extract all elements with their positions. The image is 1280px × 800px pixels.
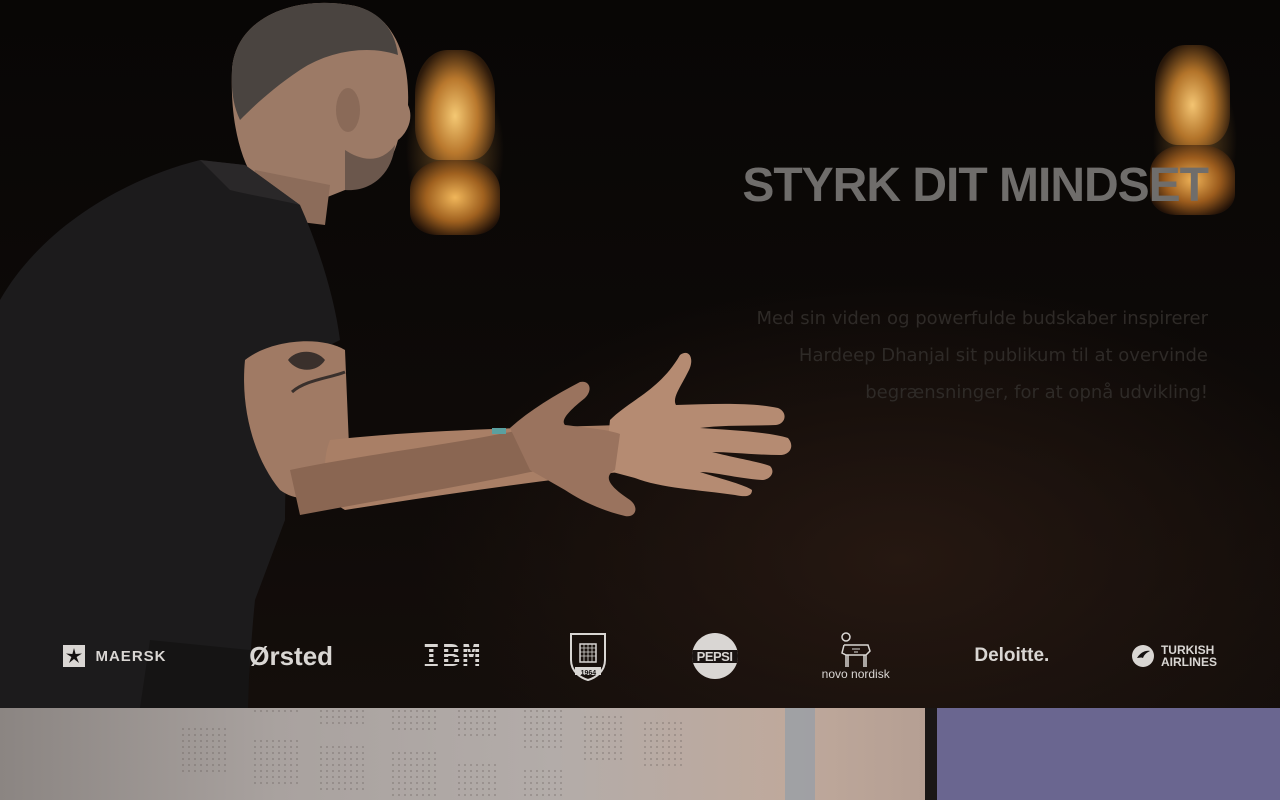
orsted-wordmark: Ørsted	[249, 640, 334, 671]
pepsi-wordmark: PEPSI	[696, 648, 733, 664]
novo-nordisk-wordmark: novo nordisk	[821, 667, 890, 681]
novo-nordisk-logo: novo nordisk	[816, 625, 896, 687]
lamp-light	[1155, 45, 1230, 145]
projection-screen	[937, 708, 1280, 800]
deloitte-logo: Deloitte.	[967, 625, 1057, 687]
turkish-airlines-line-2: AIRLINES	[1160, 655, 1217, 669]
hero-description-line: Hardeep Dhanjal sit publikum til at over…	[798, 345, 1208, 366]
maersk-logo: MAERSK	[60, 625, 170, 687]
screen-frame	[925, 708, 937, 800]
hero-description-line: Med sin viden og powerfulde budskaber in…	[756, 308, 1208, 329]
hero-section: STYRK DIT MINDSET Med sin viden og power…	[0, 0, 1280, 708]
deloitte-wordmark: Deloitte.	[974, 645, 1050, 666]
turkish-airlines-bird-icon	[1131, 645, 1154, 667]
hero-description: Med sin viden og powerfulde budskaber in…	[708, 300, 1208, 411]
orsted-logo: Ørsted	[241, 625, 341, 687]
maersk-wordmark: MAERSK	[95, 647, 167, 665]
ibm-wordmark: IBM	[422, 638, 483, 674]
wall-post	[785, 708, 815, 800]
hero-description-line: begrænsninger, for at opnå udvikling!	[865, 382, 1208, 403]
client-logo-strip: MAERSK Ørsted IBM 1964 PEPSI novo nordis…	[60, 625, 1220, 687]
speaker-photo	[0, 2, 792, 708]
maersk-star-icon	[63, 645, 86, 667]
pepsi-logo: PEPSI	[685, 625, 745, 687]
hero-title: STYRK DIT MINDSET	[742, 159, 1209, 212]
acoustic-wall-photo	[0, 708, 925, 800]
bull-icon	[840, 632, 871, 667]
crest-year: 1964	[580, 669, 597, 677]
turkish-airlines-logo: TURKISH AIRLINES	[1128, 625, 1220, 687]
next-section-preview	[0, 708, 1280, 800]
ibm-logo: IBM	[412, 625, 492, 687]
brondby-crest-logo: 1964	[563, 625, 613, 687]
